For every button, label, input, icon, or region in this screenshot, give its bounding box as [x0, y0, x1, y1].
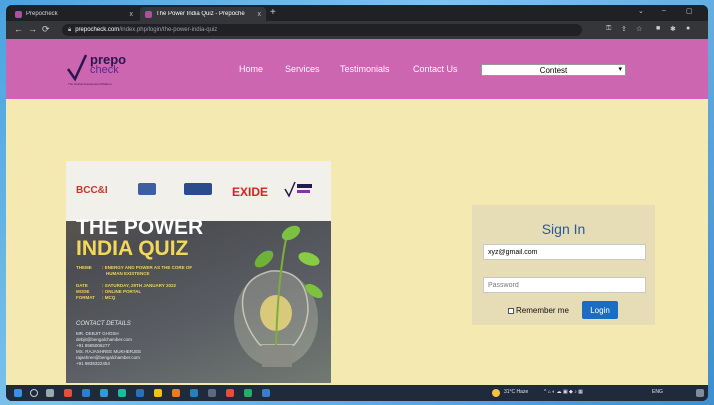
forward-icon[interactable]: →	[28, 24, 37, 35]
app-icon[interactable]	[82, 389, 90, 397]
star-icon[interactable]: ☆	[636, 25, 642, 33]
app-icon[interactable]	[226, 389, 234, 397]
site-header: prepo check The Global Assessment Platfo…	[6, 39, 708, 99]
favicon-icon	[15, 10, 22, 18]
chrome-icon[interactable]	[244, 389, 252, 397]
tab-title: The Power India Quiz - Prepoche	[156, 11, 245, 17]
extension-icon[interactable]: ■	[656, 25, 660, 32]
prepocheck-logo[interactable]: prepo check The Global Assessment Platfo…	[66, 51, 146, 87]
new-tab-button[interactable]: +	[270, 7, 276, 19]
poster-logo: EXIDE	[232, 185, 269, 199]
website: prepo check The Global Assessment Platfo…	[6, 39, 708, 385]
remember-me[interactable]: Remember me	[508, 306, 569, 315]
nav-contact-us[interactable]: Contact Us	[413, 64, 458, 74]
browser-toolbar: ← → ⟳ 🔒︎ prepocheck.com /index.php/login…	[6, 21, 708, 39]
nav-services[interactable]: Services	[285, 64, 320, 74]
poster-title-line2: INDIA QUIZ	[76, 237, 189, 260]
lock-icon: 🔒︎	[68, 26, 72, 33]
quiz-poster: BCC&I EXIDE THE POWER INDIA QUIZ THEME :…	[66, 161, 331, 383]
prepocheck-small-logo	[284, 181, 312, 198]
poster-format-label: FORMAT	[76, 295, 95, 300]
address-bar[interactable]: 🔒︎ prepocheck.com /index.php/login/the-p…	[62, 24, 582, 36]
nav-testimonials[interactable]: Testimonials	[340, 64, 390, 74]
url-host: prepocheck.com	[75, 27, 120, 33]
windows-start-icon[interactable]	[14, 389, 22, 397]
maximize-icon[interactable]: ▢	[686, 7, 693, 15]
app-icon[interactable]	[208, 389, 216, 397]
poster-title-line1: THE POWER	[76, 216, 204, 239]
browser-tab-strip: Prepocheck x The Power India Quiz - Prep…	[6, 5, 708, 21]
weather-icon[interactable]	[492, 389, 500, 397]
poster-logo-mark	[184, 183, 212, 195]
weather-text[interactable]: 31°C Haze	[504, 389, 528, 395]
notification-icon[interactable]	[696, 389, 704, 397]
checkmark-logo-icon	[66, 54, 88, 82]
file-explorer-icon[interactable]	[154, 389, 162, 397]
nav-home[interactable]: Home	[239, 64, 263, 74]
app-icon[interactable]	[262, 389, 270, 397]
app-icon[interactable]	[190, 389, 198, 397]
logo-tagline: The Global Assessment Platform	[68, 82, 112, 86]
logo-word-bottom: check	[90, 64, 119, 76]
windows-taskbar: 31°C Haze ^ ⌂ ◐ ☁ ▣ ◆ ♪ ▦ ENG	[6, 385, 708, 401]
back-icon[interactable]: ←	[14, 24, 23, 35]
app-icon[interactable]	[118, 389, 126, 397]
key-icon[interactable]: ⚿	[606, 25, 611, 33]
remember-checkbox[interactable]	[508, 307, 514, 314]
poster-theme-text-2: HUMAN EXISTENCE	[106, 271, 150, 276]
poster-logo-strip: BCC&I EXIDE	[66, 161, 331, 221]
poster-theme-label: THEME	[76, 265, 92, 270]
poster-contact-heading: CONTACT DETAILS	[76, 321, 131, 327]
browser-tab-active[interactable]: The Power India Quiz - Prepoche x	[140, 7, 266, 21]
app-icon[interactable]	[64, 389, 72, 397]
light-bulb-illustration	[234, 225, 323, 367]
reload-icon[interactable]: ⟳	[42, 24, 50, 35]
tab-title: Prepocheck	[26, 11, 58, 17]
favicon-icon	[145, 10, 152, 18]
task-view-icon[interactable]	[46, 389, 54, 397]
share-icon[interactable]: ⇪	[621, 25, 627, 33]
remember-label: Remember me	[516, 306, 569, 315]
app-icon[interactable]	[136, 389, 144, 397]
app-icon[interactable]	[100, 389, 108, 397]
puzzle-icon[interactable]: ✱	[670, 25, 676, 33]
poster-format-value: : MCQ	[102, 295, 116, 300]
email-field[interactable]	[483, 244, 646, 260]
poster-logo-mark	[138, 183, 156, 195]
tray-icons[interactable]: ^ ⌂ ◐ ☁ ▣ ◆ ♪ ▦	[544, 389, 583, 395]
url-path: /index.php/login/the-power-india-quiz	[119, 27, 218, 33]
contest-select[interactable]: Contest ▾	[481, 64, 626, 76]
poster-contact-line: +91 9836322454	[76, 361, 110, 366]
chevron-down-icon[interactable]: ⌄	[638, 7, 644, 15]
sign-in-panel: Sign In Remember me Login	[472, 205, 655, 325]
language-indicator[interactable]: ENG	[652, 389, 663, 395]
password-field[interactable]	[483, 277, 646, 293]
contest-select-value: Contest	[539, 65, 568, 75]
search-icon[interactable]	[30, 389, 38, 397]
login-button[interactable]: Login	[582, 301, 618, 319]
browser-tab[interactable]: Prepocheck x	[10, 7, 138, 21]
minimize-icon[interactable]: –	[662, 7, 666, 14]
close-tab-icon[interactable]: x	[130, 11, 134, 18]
close-tab-icon[interactable]: x	[258, 11, 262, 18]
screen: Prepocheck x The Power India Quiz - Prep…	[6, 5, 708, 401]
profile-icon[interactable]: ●	[686, 25, 690, 32]
app-icon[interactable]	[172, 389, 180, 397]
poster-logo: BCC&I	[76, 185, 108, 196]
chevron-down-icon: ▾	[618, 66, 622, 73]
sign-in-title: Sign In	[541, 221, 586, 237]
